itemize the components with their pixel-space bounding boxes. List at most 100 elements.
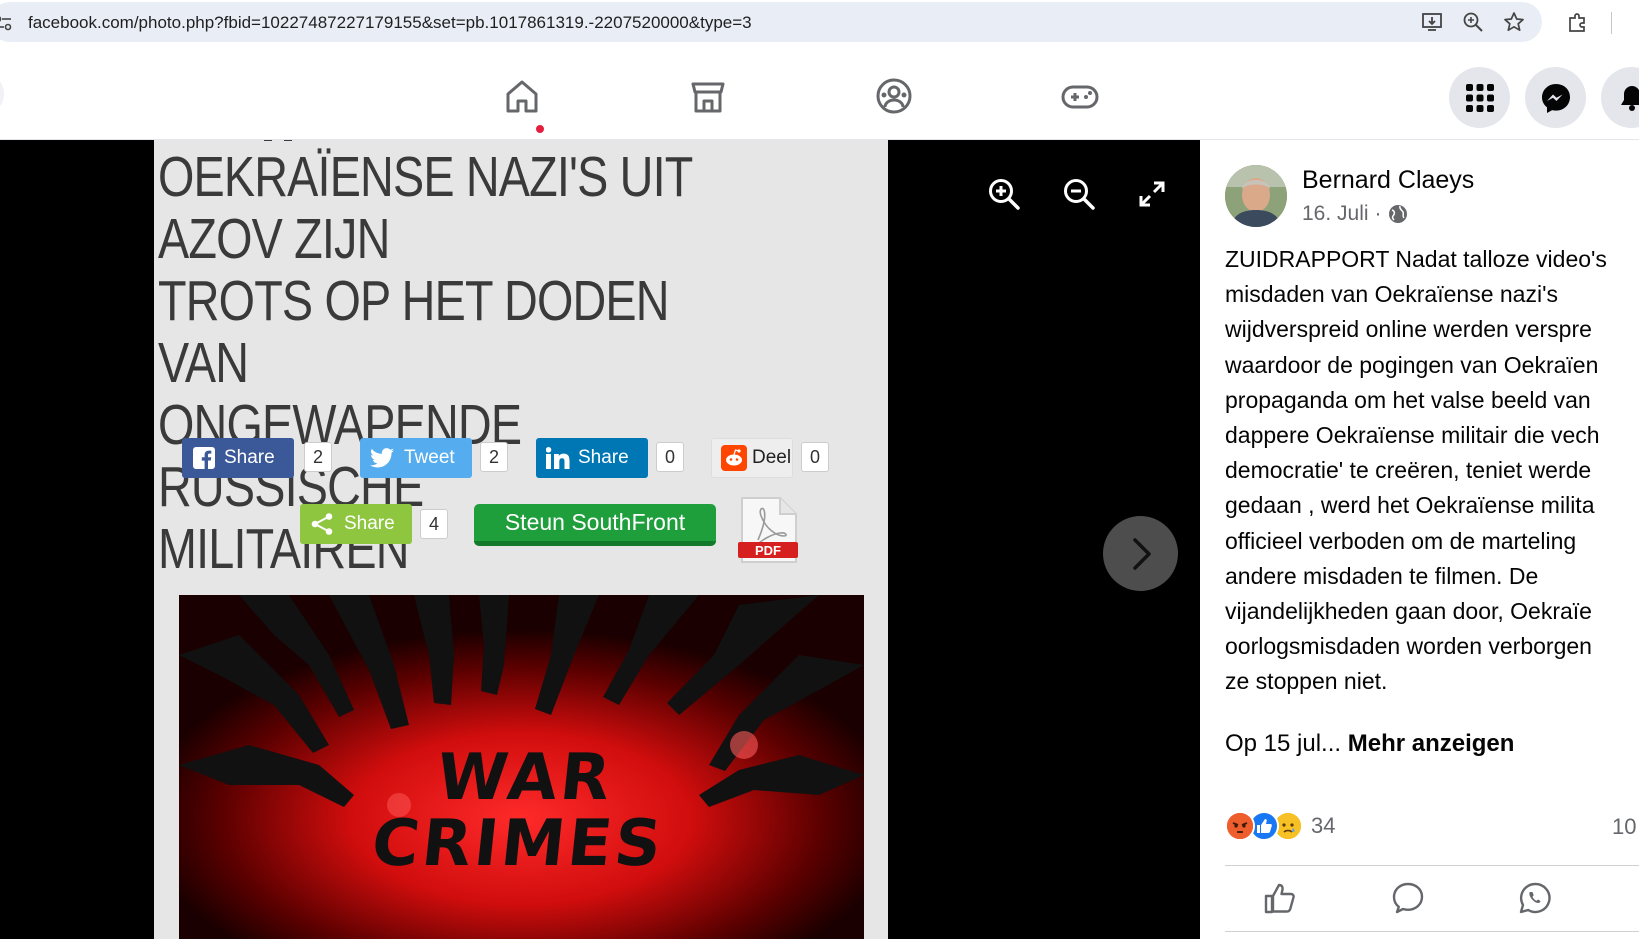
- post-date[interactable]: 16. Juli: [1302, 202, 1369, 226]
- globe-icon: [1388, 205, 1407, 223]
- avatar[interactable]: [1225, 165, 1287, 227]
- extensions-icon[interactable]: [1567, 11, 1589, 33]
- fullscreen-button[interactable]: [1132, 174, 1172, 214]
- share-count: 2: [304, 442, 332, 472]
- facebook-icon: [188, 438, 220, 478]
- notification-dot: [534, 123, 546, 135]
- post-text: ZUIDRAPPORT Nadat talloze video's misdad…: [1225, 242, 1639, 699]
- marketplace-icon: [691, 82, 725, 113]
- facebook-top-nav: [0, 50, 1639, 140]
- profile-photo: [1225, 165, 1287, 227]
- war-crimes-image: WAR CRIMES: [179, 595, 864, 939]
- reddit-label: Deel: [752, 447, 792, 468]
- comment-count[interactable]: 10: [1612, 814, 1636, 840]
- tab-marketplace[interactable]: [668, 68, 748, 124]
- author-name[interactable]: Bernard Claeys: [1302, 166, 1474, 195]
- reddit-share-button: Deel: [711, 438, 793, 478]
- facebook-share-button: Share: [182, 438, 294, 478]
- twitter-tweet-button: Tweet: [360, 438, 472, 478]
- chevron-right-icon: [1132, 537, 1151, 570]
- truncated-snippet: Op 15 jul...: [1225, 730, 1342, 757]
- reddit-icon: [718, 438, 750, 478]
- support-southfront-button: Steun SouthFront: [474, 504, 716, 546]
- share-label: Share: [224, 447, 275, 468]
- reddit-count: 0: [801, 442, 829, 472]
- linkedin-share-button: Share: [536, 438, 648, 478]
- groups-icon: [876, 78, 912, 114]
- angry-reaction-icon: [1225, 811, 1255, 841]
- meta-separator: ·: [1374, 202, 1382, 225]
- tweet-label: Tweet: [404, 447, 455, 468]
- site-settings-icon[interactable]: [0, 15, 12, 31]
- messenger-icon: [1541, 83, 1570, 113]
- like-button[interactable]: [1260, 878, 1300, 918]
- post-text-line: gedaan , werd het Oekraïense milita: [1225, 492, 1595, 519]
- bookmark-star-icon[interactable]: [1503, 11, 1525, 33]
- pdf-label: PDF: [755, 543, 781, 558]
- linkedin-icon: [542, 438, 574, 478]
- war-crimes-text: WAR CRIMES: [179, 741, 864, 881]
- comment-button[interactable]: [1388, 878, 1428, 918]
- sharethis-button: Share: [300, 504, 412, 544]
- reaction-count[interactable]: 34: [1311, 813, 1335, 839]
- comment-icon: [1392, 882, 1424, 914]
- bell-icon: [1620, 85, 1639, 111]
- like-icon: [1264, 883, 1295, 914]
- zoom-in-button[interactable]: [984, 174, 1024, 214]
- home-icon: [506, 80, 538, 113]
- post-text-line: democratie' te creëren, teniet werde: [1225, 457, 1592, 484]
- zoom-icon[interactable]: [1462, 11, 1484, 33]
- see-more-link[interactable]: Mehr anzeigen: [1348, 730, 1515, 757]
- post-text-line: wijdverspreid online werden verspre: [1225, 316, 1592, 343]
- post-text-line: waardoor de pogingen van Oekraïen: [1225, 351, 1599, 378]
- post-text-line: ZUIDRAPPORT Nadat talloze video's: [1225, 246, 1607, 272]
- next-photo-button[interactable]: [1103, 516, 1178, 591]
- twitter-icon: [366, 438, 398, 478]
- install-app-icon[interactable]: [1421, 11, 1443, 33]
- whatsapp-share-button[interactable]: [1515, 878, 1555, 918]
- whatsapp-icon: [1519, 882, 1551, 914]
- reactions-summary[interactable]: 34: [1225, 810, 1335, 842]
- article-screenshot: OEKRAÏENSE NAZI'S UIT AZOV ZIJN TROTS OP…: [154, 140, 888, 939]
- divider: [1225, 931, 1639, 932]
- grid-menu-icon: [1465, 83, 1494, 112]
- tab-groups[interactable]: [854, 68, 934, 124]
- url-text[interactable]: facebook.com/photo.php?fbid=102274872271…: [28, 13, 752, 33]
- zoom-out-icon: [1064, 179, 1095, 210]
- tab-home[interactable]: [482, 68, 562, 124]
- post-text-line: dappere Oekraïense militair die vech: [1225, 421, 1600, 448]
- linkedin-share-label: Share: [578, 447, 629, 468]
- post-meta: 16. Juli ·: [1302, 202, 1408, 226]
- truncated-text: Op 15 jul... Mehr anzeigen: [1225, 730, 1514, 758]
- photo-viewer: OEKRAÏENSE NAZI'S UIT AZOV ZIJN TROTS OP…: [0, 140, 1200, 939]
- post-text-line: officieel verboden om de marteling: [1225, 527, 1577, 554]
- image-text-line: CRIMES: [368, 807, 668, 881]
- zoom-out-button[interactable]: [1059, 174, 1099, 214]
- post-text-line: vijandelijkheden gaan door, Oekraïe: [1225, 597, 1592, 624]
- post-text-line: ze stoppen niet.: [1225, 668, 1388, 695]
- menu-button[interactable]: [1449, 67, 1510, 128]
- url-field[interactable]: facebook.com/photo.php?fbid=102274872271…: [0, 2, 1542, 42]
- post-text-line: oorlogsmisdaden worden verborgen: [1225, 633, 1592, 660]
- sharethis-count: 4: [420, 509, 448, 539]
- pdf-icon: PDF: [736, 496, 800, 566]
- title-cutoff-marks: [264, 140, 324, 142]
- divider: [1225, 865, 1639, 866]
- image-text-line: WAR: [433, 741, 617, 815]
- tab-gaming[interactable]: [1040, 68, 1120, 124]
- title-line: TROTS OP HET DODEN VAN: [158, 269, 670, 395]
- search-pill-edge[interactable]: [0, 72, 4, 116]
- post-text-line: andere misdaden te filmen. De: [1225, 562, 1539, 589]
- tweet-count: 2: [480, 442, 508, 472]
- sharethis-label: Share: [344, 513, 395, 534]
- messenger-button[interactable]: [1525, 67, 1586, 128]
- share-icon: [306, 504, 338, 544]
- post-text-line: propaganda om het valse beeld van: [1225, 386, 1591, 413]
- expand-icon: [1139, 181, 1165, 207]
- gaming-icon: [1061, 85, 1099, 109]
- toolbar-divider: [1611, 12, 1612, 34]
- notifications-button[interactable]: [1601, 67, 1639, 128]
- title-line: OEKRAÏENSE NAZI'S UIT AZOV ZIJN: [158, 145, 692, 271]
- linkedin-count: 0: [656, 442, 684, 472]
- zoom-in-icon: [989, 179, 1020, 210]
